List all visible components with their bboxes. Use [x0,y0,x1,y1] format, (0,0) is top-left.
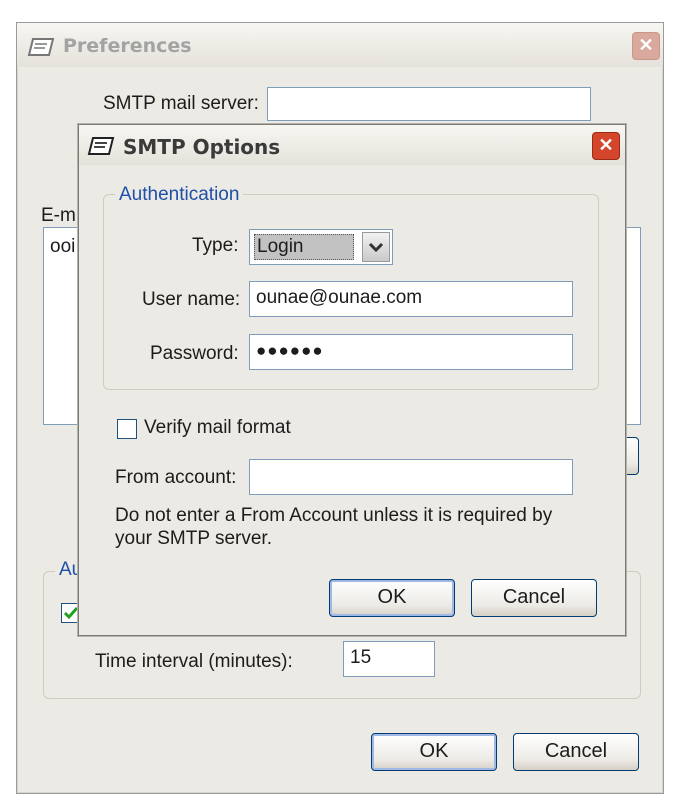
smtp-options-dialog: SMTP Options ✕ Authentication Type: Logi… [78,124,626,636]
username-field[interactable]: ounae@ounae.com [249,281,573,317]
email-label: E-m [41,205,76,226]
preferences-title: Preferences [63,35,192,57]
authentication-legend: Authentication [115,184,244,206]
smtp-options-title: SMTP Options [123,135,281,159]
from-account-field[interactable] [249,459,573,495]
preferences-titlebar[interactable]: Preferences ✕ [17,23,663,67]
type-select-value: Login [254,234,354,260]
smtp-cancel-button[interactable]: Cancel [471,579,597,617]
smtp-server-field[interactable] [267,87,591,121]
smtp-options-close-button[interactable]: ✕ [592,132,620,160]
list-item[interactable]: ooi [50,236,75,258]
close-icon: ✕ [598,135,614,155]
verify-mail-checkbox[interactable] [117,419,137,439]
chevron-down-icon [368,242,384,253]
app-icon [27,38,55,56]
close-icon: ✕ [638,35,654,55]
password-field[interactable]: ●●●●●● [249,334,573,370]
time-interval-label: Time interval (minutes): [95,651,293,672]
verify-mail-label[interactable]: Verify mail format [144,417,291,439]
from-account-note-line2: your SMTP server. [115,528,272,549]
time-interval-field[interactable]: 15 [343,641,435,677]
type-dropdown-button[interactable] [362,232,390,262]
type-label: Type: [192,235,239,256]
password-label: Password: [150,343,239,364]
app-icon [87,137,115,155]
preferences-close-button[interactable]: ✕ [632,32,660,60]
smtp-ok-button[interactable]: OK [329,579,455,617]
preferences-ok-button[interactable]: OK [371,733,497,771]
smtp-options-titlebar[interactable]: SMTP Options ✕ [79,125,625,165]
from-account-note-line1: Do not enter a From Account unless it is… [115,505,553,526]
smtp-server-label: SMTP mail server: [103,93,259,114]
preferences-cancel-button[interactable]: Cancel [513,733,639,771]
username-label: User name: [142,289,241,310]
type-select[interactable]: Login [249,229,393,265]
from-account-label: From account: [115,467,237,488]
